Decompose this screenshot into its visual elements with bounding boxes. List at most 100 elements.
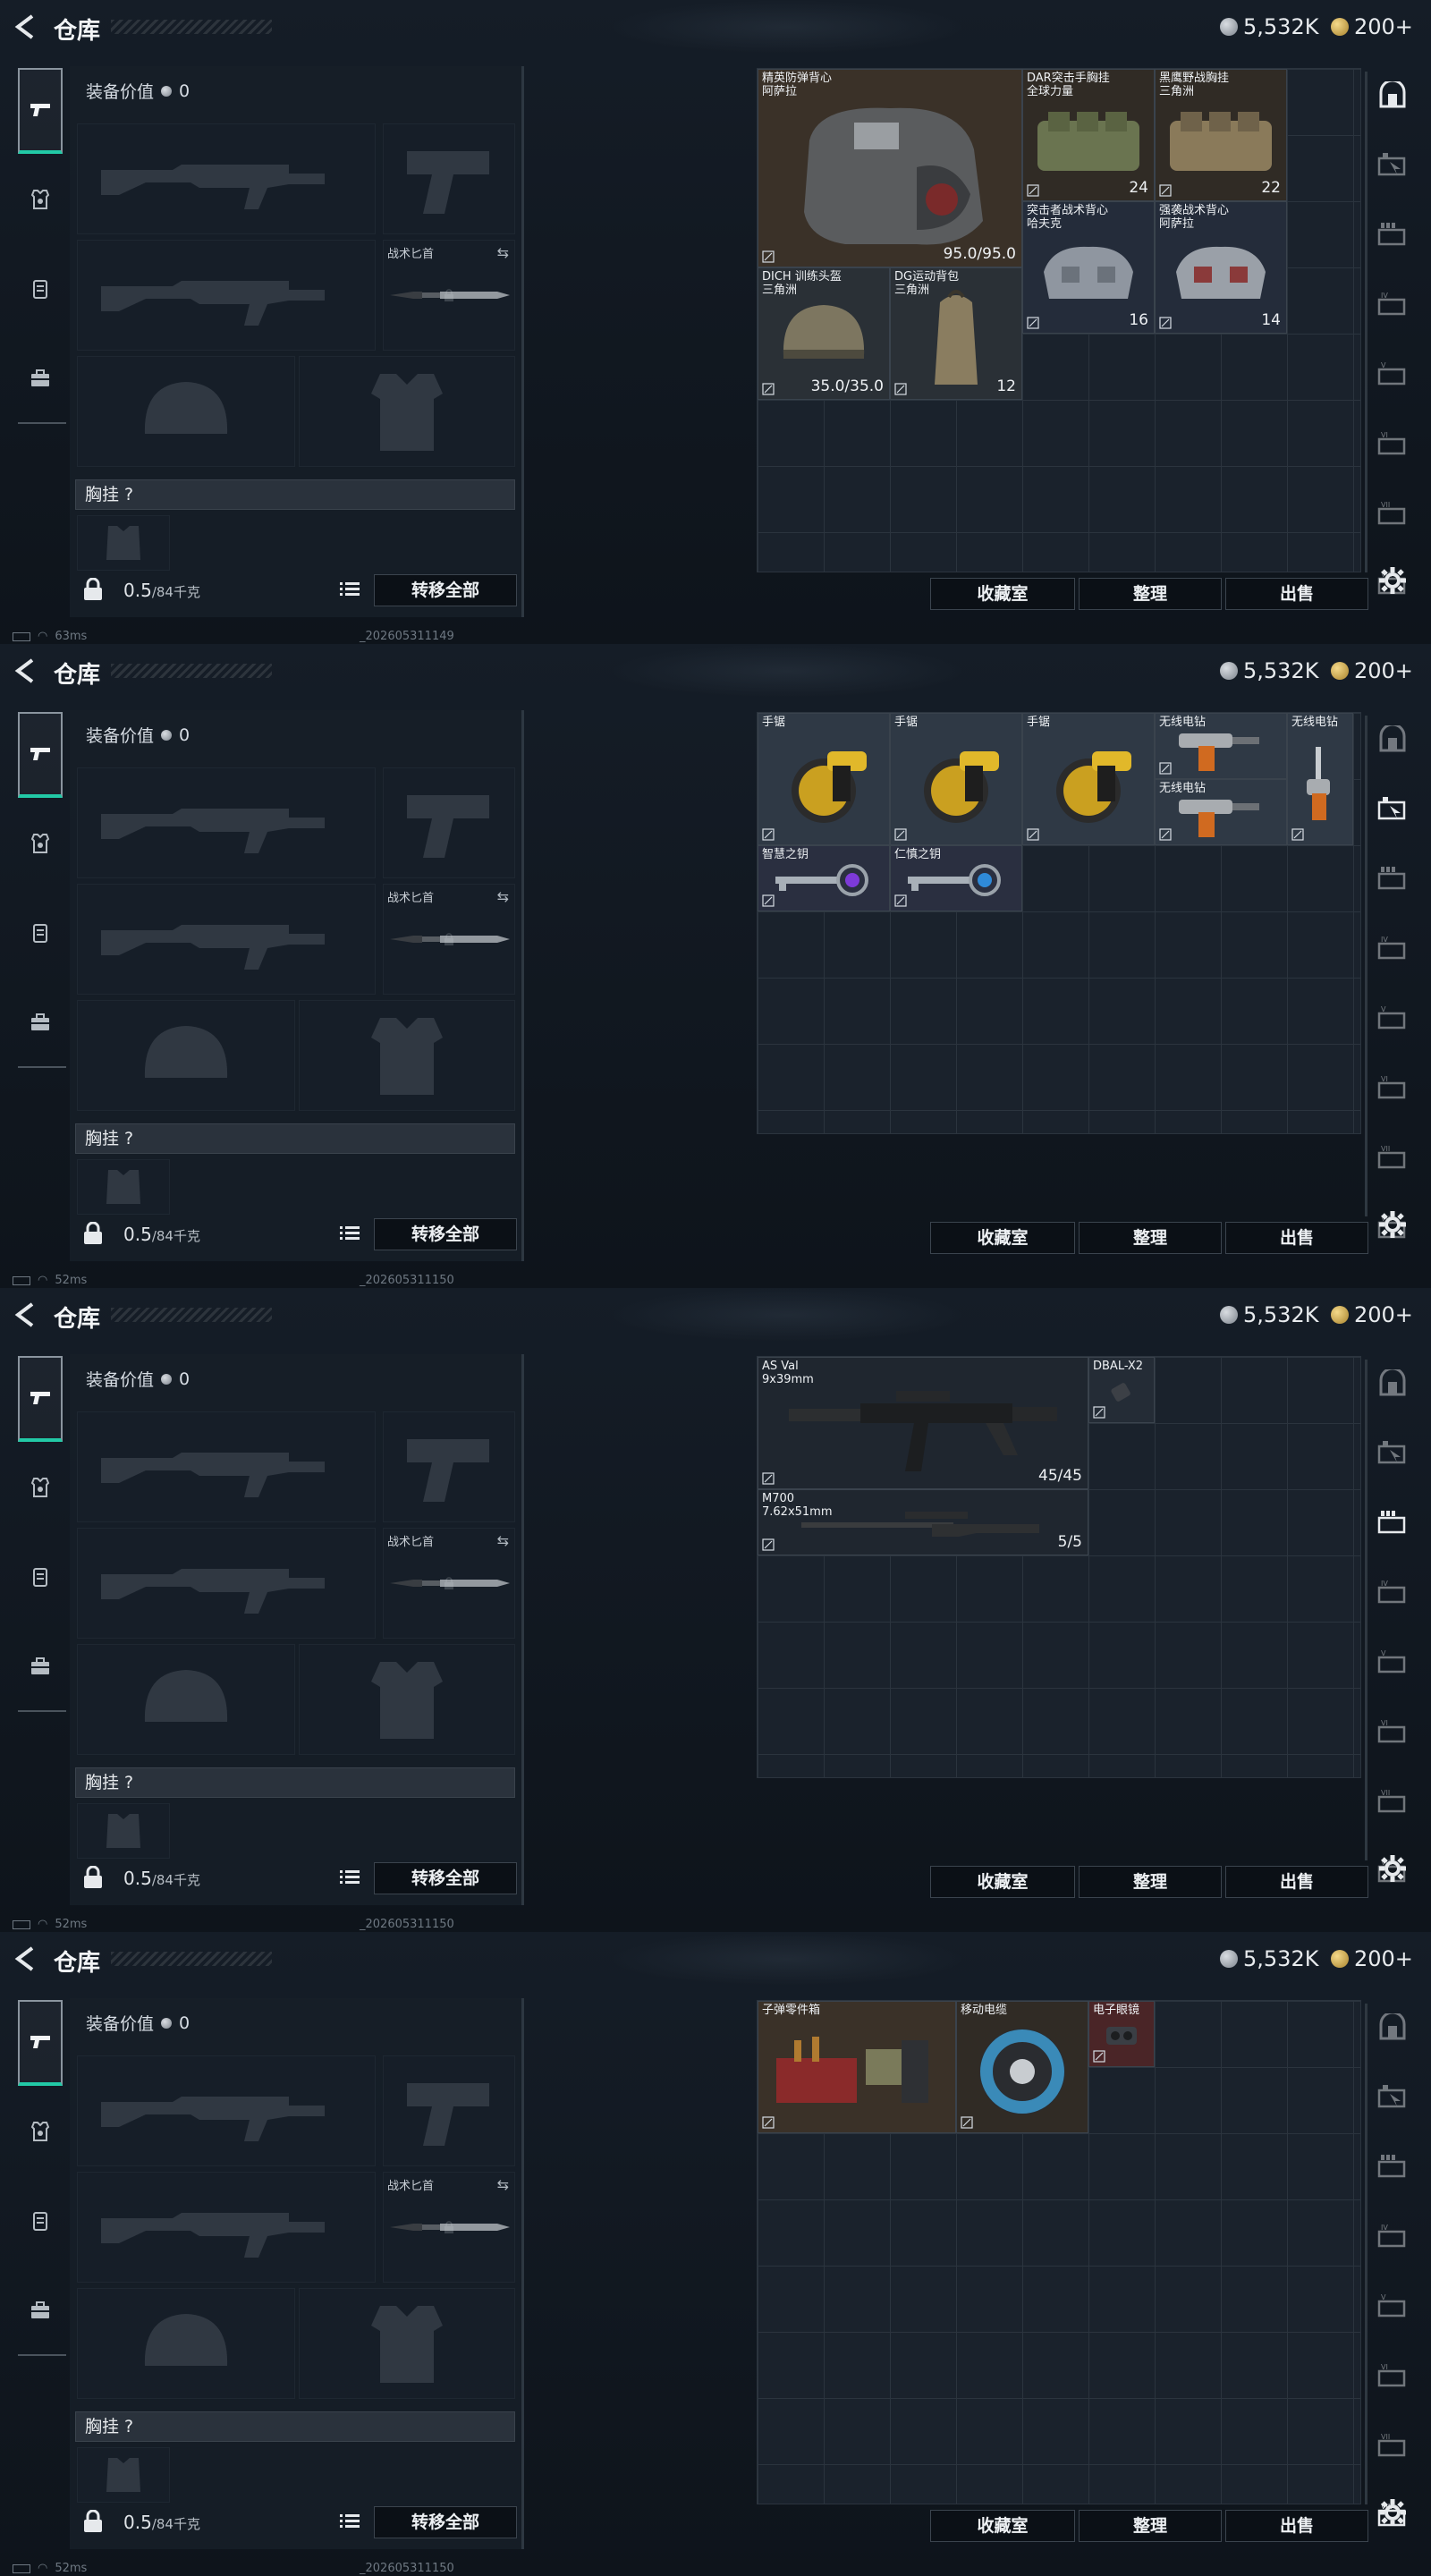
primary-weapon-slot[interactable] <box>77 1411 376 1522</box>
inventory-item[interactable]: 突击者战术背心 哈夫克 16 <box>1022 201 1155 334</box>
tab-storage-page-6[interactable]: VI <box>1368 1712 1417 1751</box>
transfer-all-button[interactable]: 转移全部 <box>374 1862 517 1894</box>
organize-button[interactable]: 整理 <box>1079 1866 1222 1898</box>
tab-storage-page-6[interactable]: VI <box>1368 424 1417 463</box>
inventory-item[interactable]: DBAL-X2 <box>1088 1357 1155 1423</box>
tab-storage-page-6[interactable]: VI <box>1368 1068 1417 1107</box>
tab-storage-page-2[interactable] <box>1368 145 1417 184</box>
tab-storage-page-5[interactable]: V <box>1368 2286 1417 2326</box>
transfer-all-button[interactable]: 转移全部 <box>374 1218 517 1250</box>
chest-rig-slot[interactable] <box>77 1159 170 1215</box>
sell-button[interactable]: 出售 <box>1225 2510 1368 2542</box>
tab-storage-page-7[interactable]: VII <box>1368 2426 1417 2465</box>
back-arrow-icon[interactable] <box>14 658 36 683</box>
body-armor-slot[interactable] <box>299 356 515 467</box>
body-armor-slot[interactable] <box>299 1000 515 1111</box>
melee-slot[interactable]: 战术匕首 ⇆ <box>383 1528 515 1639</box>
pistol-slot[interactable] <box>383 2055 515 2166</box>
tab-storage-page-2[interactable] <box>1368 2077 1417 2116</box>
tab-storage-page-7[interactable]: VII <box>1368 494 1417 533</box>
gold-currency[interactable]: 200+ <box>1331 658 1413 683</box>
organize-button[interactable]: 整理 <box>1079 578 1222 610</box>
tab-storage-page-5[interactable]: V <box>1368 1642 1417 1682</box>
sell-button[interactable]: 出售 <box>1225 1866 1368 1898</box>
tab-storage-page-1[interactable] <box>1368 2007 1417 2046</box>
tab-weapons[interactable] <box>18 68 63 154</box>
inventory-item[interactable]: 手锯 <box>758 713 890 845</box>
helmet-slot[interactable] <box>77 356 295 467</box>
inventory-item[interactable]: 精英防弹背心 阿萨拉 95.0/95.0 <box>758 69 1022 267</box>
chest-rig-header[interactable]: 胸挂 ? <box>75 2411 515 2442</box>
tab-backpack[interactable] <box>18 338 63 419</box>
tab-armor[interactable] <box>18 159 63 240</box>
pistol-slot[interactable] <box>383 767 515 878</box>
collection-room-button[interactable]: 收藏室 <box>930 2510 1075 2542</box>
primary-weapon-slot[interactable] <box>77 2055 376 2166</box>
tab-storage-page-4[interactable]: IV <box>1368 284 1417 324</box>
pistol-slot[interactable] <box>383 1411 515 1522</box>
tab-storage-page-3[interactable] <box>1368 859 1417 898</box>
warehouse-grid[interactable]: AS Val 9x39mm 45/45 DBAL-X2 M700 7.62x51mm 5… <box>757 1356 1361 1778</box>
tab-storage-page-3[interactable] <box>1368 2147 1417 2186</box>
tab-chest-rig[interactable] <box>18 249 63 329</box>
warehouse-grid[interactable]: 子弹零件箱 移动电缆 电子眼镜 <box>757 2000 1361 2504</box>
tab-storage-page-5[interactable]: V <box>1368 998 1417 1038</box>
tab-armor[interactable] <box>18 1447 63 1528</box>
inventory-item[interactable]: 电子眼镜 <box>1088 2001 1155 2067</box>
secondary-weapon-slot[interactable] <box>77 884 376 995</box>
grid-scrollbar[interactable] <box>1365 1360 1367 1860</box>
list-icon[interactable] <box>340 1869 360 1885</box>
back-arrow-icon[interactable] <box>14 14 36 39</box>
collection-room-button[interactable]: 收藏室 <box>930 1866 1075 1898</box>
tab-weapons[interactable] <box>18 712 63 798</box>
list-icon[interactable] <box>340 2513 360 2529</box>
tab-weapons[interactable] <box>18 1356 63 1442</box>
tab-storage-page-5[interactable]: V <box>1368 354 1417 394</box>
silver-currency[interactable]: 5,532K <box>1220 1302 1318 1327</box>
inventory-item[interactable]: AS Val 9x39mm 45/45 <box>758 1357 1088 1489</box>
tab-chest-rig[interactable] <box>18 893 63 973</box>
sell-button[interactable]: 出售 <box>1225 1222 1368 1254</box>
tab-storage-page-2[interactable] <box>1368 789 1417 828</box>
swap-icon[interactable]: ⇆ <box>497 1532 509 1549</box>
inventory-item[interactable]: 仁慎之钥 <box>890 845 1022 911</box>
tab-storage-page-7[interactable]: VII <box>1368 1138 1417 1177</box>
body-armor-slot[interactable] <box>299 2288 515 2399</box>
tab-backpack[interactable] <box>18 1626 63 1707</box>
settings-gear-icon[interactable] <box>1377 1209 1408 1240</box>
collection-room-button[interactable]: 收藏室 <box>930 578 1075 610</box>
melee-slot[interactable]: 战术匕首 ⇆ <box>383 884 515 995</box>
tab-storage-page-1[interactable] <box>1368 75 1417 114</box>
inventory-item[interactable]: DICH 训练头盔 三角洲 35.0/35.0 <box>758 267 890 400</box>
chest-rig-header[interactable]: 胸挂 ? <box>75 1123 515 1154</box>
melee-slot[interactable]: 战术匕首 ⇆ <box>383 2172 515 2283</box>
grid-scrollbar[interactable] <box>1365 2004 1367 2504</box>
tab-storage-page-7[interactable]: VII <box>1368 1782 1417 1821</box>
settings-gear-icon[interactable] <box>1377 565 1408 596</box>
tab-storage-page-1[interactable] <box>1368 719 1417 758</box>
inventory-item[interactable]: DG运动背包 三角洲 12 <box>890 267 1022 400</box>
settings-gear-icon[interactable] <box>1377 1853 1408 1884</box>
inventory-item[interactable]: 手锯 <box>890 713 1022 845</box>
inventory-item[interactable]: 手锯 <box>1022 713 1155 845</box>
organize-button[interactable]: 整理 <box>1079 1222 1222 1254</box>
helmet-slot[interactable] <box>77 2288 295 2399</box>
tab-storage-page-3[interactable] <box>1368 1503 1417 1542</box>
melee-slot[interactable]: 战术匕首 ⇆ <box>383 240 515 351</box>
tab-backpack[interactable] <box>18 2270 63 2351</box>
list-icon[interactable] <box>340 581 360 597</box>
inventory-item[interactable]: 无线电钻 <box>1155 779 1287 845</box>
gold-currency[interactable]: 200+ <box>1331 1302 1413 1327</box>
chest-rig-slot[interactable] <box>77 1803 170 1859</box>
tab-storage-page-6[interactable]: VI <box>1368 2356 1417 2395</box>
inventory-item[interactable]: 强袭战术背心 阿萨拉 14 <box>1155 201 1287 334</box>
collection-room-button[interactable]: 收藏室 <box>930 1222 1075 1254</box>
tab-chest-rig[interactable] <box>18 1537 63 1617</box>
organize-button[interactable]: 整理 <box>1079 2510 1222 2542</box>
pistol-slot[interactable] <box>383 123 515 234</box>
back-arrow-icon[interactable] <box>14 1946 36 1971</box>
grid-scrollbar[interactable] <box>1365 72 1367 572</box>
warehouse-grid[interactable]: 精英防弹背心 阿萨拉 95.0/95.0 DAR突击手胸挂 全球力量 24 黑鹰野战胸挂… <box>757 68 1361 572</box>
secondary-weapon-slot[interactable] <box>77 1528 376 1639</box>
tab-armor[interactable] <box>18 803 63 884</box>
